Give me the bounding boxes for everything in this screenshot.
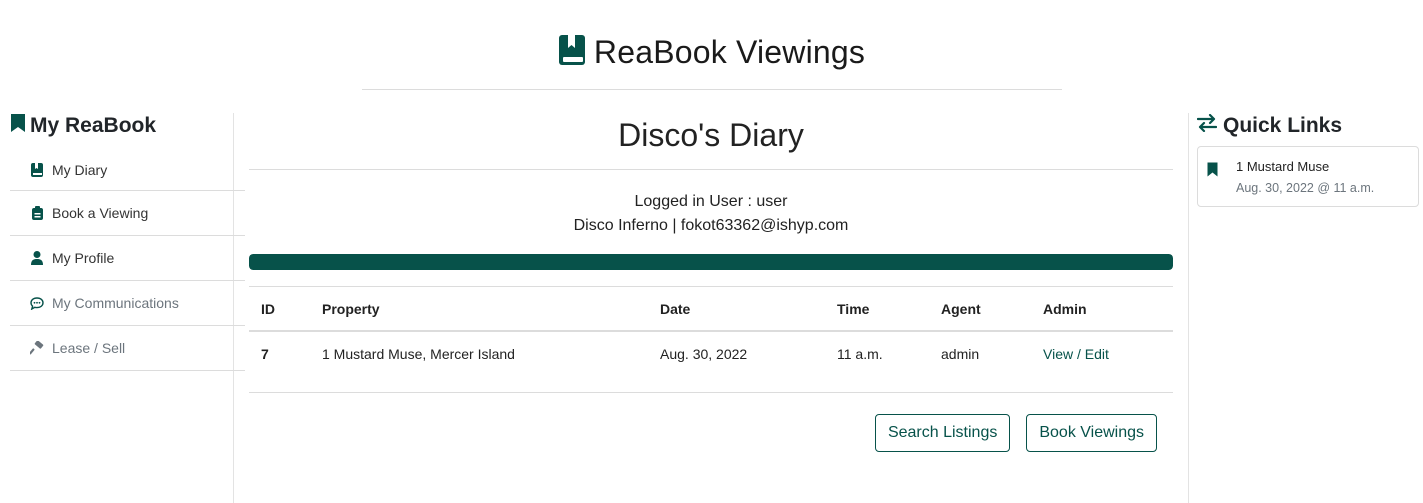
cell-admin: View / Edit — [1031, 331, 1173, 376]
sidebar-item-book-a-viewing[interactable]: Book a Viewing — [10, 191, 245, 236]
sidebar-item-lease-sell[interactable]: Lease / Sell — [10, 326, 245, 371]
sidebar-item-label: My Profile — [52, 250, 115, 266]
action-buttons: Search Listings Book Viewings — [874, 414, 1157, 452]
sidebar-item-label: Book a Viewing — [52, 205, 149, 221]
arrows-swap-icon — [1196, 113, 1218, 138]
quick-links-title-text: Quick Links — [1223, 114, 1343, 137]
bookmark-icon — [1207, 162, 1218, 182]
view-edit-link[interactable]: View / Edit — [1043, 346, 1109, 362]
brand[interactable]: ReaBook Viewings — [558, 34, 865, 71]
sidebar-item-label: My Diary — [52, 161, 108, 178]
progress-fill — [249, 254, 1173, 270]
cell-time: 11 a.m. — [837, 346, 883, 362]
bookmark-icon — [10, 113, 26, 139]
column-header-time: Time — [825, 287, 929, 332]
quick-link-item[interactable]: 1 Mustard Muse Aug. 30, 2022 @ 11 a.m. — [1197, 146, 1419, 207]
user-info: Logged in User : user Disco Inferno | fo… — [249, 190, 1173, 238]
quick-link-subtitle: Aug. 30, 2022 @ 11 a.m. — [1236, 181, 1375, 195]
sidebar-menu: My Diary Book a Viewing My Profile My Co… — [10, 149, 245, 371]
table-header-row: ID Property Date Time Agent Admin — [249, 287, 1173, 332]
clipboard-icon — [30, 206, 44, 220]
logged-in-user: Logged in User : user — [634, 193, 788, 210]
quick-link-title: 1 Mustard Muse — [1236, 159, 1330, 174]
column-header-agent: Agent — [929, 287, 1031, 332]
sidebar-item-label: Lease / Sell — [52, 340, 126, 356]
table-bottom-divider — [249, 392, 1173, 393]
cell-agent: admin — [941, 346, 980, 362]
quick-links-panel: Quick Links 1 Mustard Muse Aug. 30, 2022… — [1196, 113, 1419, 207]
column-header-admin: Admin — [1031, 287, 1173, 332]
cell-date: Aug. 30, 2022 — [660, 346, 748, 362]
book-icon — [30, 162, 44, 177]
quick-links-divider — [1188, 113, 1189, 503]
quick-links-title: Quick Links — [1196, 113, 1419, 139]
column-header-property: Property — [310, 287, 648, 332]
chat-icon — [30, 296, 44, 310]
cell-property: 1 Mustard Muse, Mercer Island — [322, 346, 515, 362]
title-divider — [249, 169, 1173, 170]
search-listings-button[interactable]: Search Listings — [874, 414, 1011, 452]
site-title: ReaBook Viewings — [593, 34, 866, 70]
main-content: Disco's Diary Logged in User : user Disc… — [249, 113, 1173, 452]
user-contact: Disco Inferno | fokot63362@ishyp.com — [573, 217, 849, 234]
sidebar: My ReaBook My Diary Book a Viewing My Pr… — [10, 113, 245, 371]
column-header-id: ID — [249, 287, 310, 332]
sidebar-item-my-diary[interactable]: My Diary — [10, 149, 245, 191]
site-header: ReaBook Viewings — [0, 34, 1423, 71]
column-header-date: Date — [648, 287, 825, 332]
sidebar-title-text: My ReaBook — [30, 114, 157, 137]
hammer-icon — [30, 341, 44, 355]
viewings-table: ID Property Date Time Agent Admin 7 1 Mu… — [249, 287, 1173, 376]
table-row: 7 1 Mustard Muse, Mercer Island Aug. 30,… — [249, 331, 1173, 376]
book-viewings-button[interactable]: Book Viewings — [1026, 414, 1157, 452]
sidebar-item-label: My Communications — [52, 295, 179, 311]
sidebar-title: My ReaBook — [10, 113, 245, 139]
page-title: Disco's Diary — [618, 117, 804, 153]
header-divider — [362, 89, 1062, 90]
book-bookmark-icon — [558, 34, 586, 71]
user-icon — [30, 251, 44, 265]
progress-bar — [249, 254, 1173, 270]
sidebar-item-my-profile[interactable]: My Profile — [10, 236, 245, 281]
cell-id: 7 — [261, 346, 269, 362]
sidebar-item-my-communications[interactable]: My Communications — [10, 281, 245, 326]
